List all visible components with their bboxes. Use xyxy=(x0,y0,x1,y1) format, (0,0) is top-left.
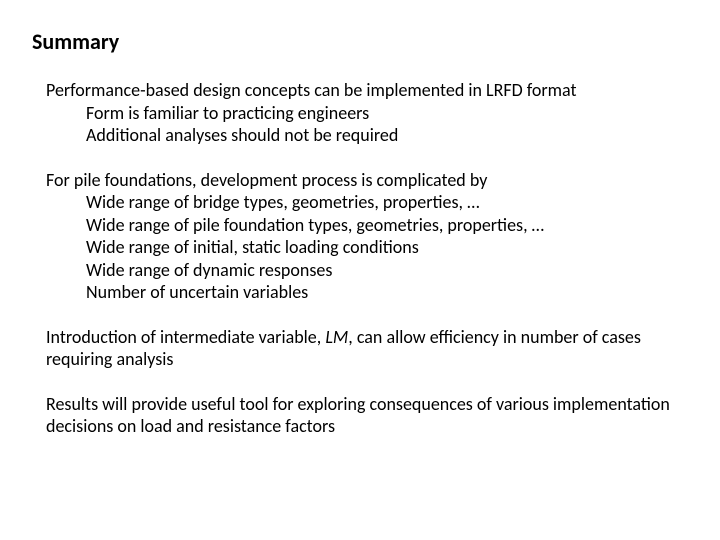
block-lrfd: Performance-based design concepts can be… xyxy=(46,79,688,147)
text-pre: Introduction of intermediate variable, xyxy=(46,326,325,348)
lead-lrfd: Performance-based design concepts can be… xyxy=(46,79,688,102)
content-area: Performance-based design concepts can be… xyxy=(32,79,688,438)
sub-form-familiar: Form is familiar to practicing engineers xyxy=(46,102,688,125)
lead-pile: For pile foundations, development proces… xyxy=(46,169,688,192)
sub-static-loading: Wide range of initial, static loading co… xyxy=(46,236,688,259)
sub-pile-types: Wide range of pile foundation types, geo… xyxy=(46,214,688,237)
page-title: Summary xyxy=(32,28,688,55)
variable-lm: LM xyxy=(325,326,348,348)
sub-dynamic-responses: Wide range of dynamic responses xyxy=(46,259,688,282)
text-results: Results will provide useful tool for exp… xyxy=(46,393,670,438)
block-intermediate-variable: Introduction of intermediate variable, L… xyxy=(46,326,688,371)
sub-bridge-types: Wide range of bridge types, geometries, … xyxy=(46,191,688,214)
block-results: Results will provide useful tool for exp… xyxy=(46,393,688,438)
sub-additional-analyses: Additional analyses should not be requir… xyxy=(46,124,688,147)
sub-uncertain-variables: Number of uncertain variables xyxy=(46,281,688,304)
block-pile-foundations: For pile foundations, development proces… xyxy=(46,169,688,304)
